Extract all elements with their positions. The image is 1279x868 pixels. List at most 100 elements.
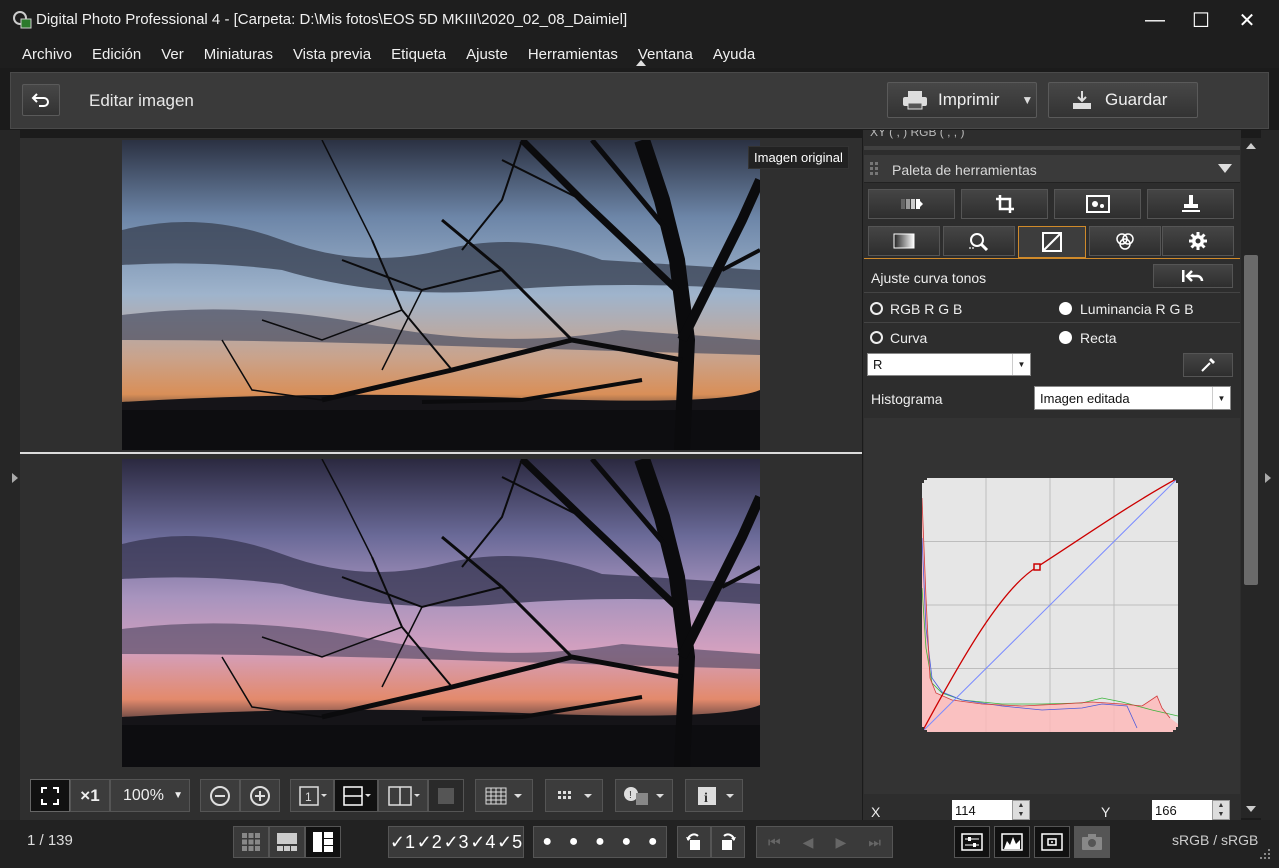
radio-luminance-label: Luminancia R G B (1080, 301, 1194, 317)
x-input[interactable]: 114 (952, 800, 1012, 820)
back-button[interactable] (22, 84, 60, 116)
tab-settings[interactable] (1162, 226, 1234, 256)
print-dropdown-icon[interactable]: ▼ (1021, 93, 1033, 107)
rating-dot-1[interactable]: ● (542, 833, 552, 851)
section-title: Ajuste curva tonos (871, 270, 987, 286)
histogram-icon (1001, 833, 1023, 851)
tone-curve-tab[interactable] (1018, 226, 1086, 258)
split-divider[interactable] (20, 452, 862, 454)
y-input[interactable]: 166 (1152, 800, 1212, 820)
zoom-x1-button[interactable]: ×1 (70, 779, 110, 812)
scroll-up-icon[interactable] (1246, 143, 1256, 149)
filmstrip-button[interactable] (269, 826, 305, 858)
camera-toggle[interactable] (1074, 826, 1110, 858)
edited-photo-render (122, 459, 760, 767)
menu-archivo[interactable]: Archivo (12, 46, 82, 63)
rotate-right-button[interactable] (711, 826, 745, 858)
histogram-select[interactable]: Imagen editada ▼ (1034, 386, 1231, 410)
menu-herramientas[interactable]: Herramientas (518, 46, 628, 63)
info-icon: i (698, 786, 734, 806)
first-image-icon[interactable]: ⏮ (768, 834, 781, 851)
zoom-in-button[interactable] (240, 779, 280, 812)
single-view-button[interactable]: 1 (290, 779, 334, 812)
next-image-icon[interactable]: ▶ (836, 834, 847, 851)
menu-miniaturas[interactable]: Miniaturas (194, 46, 283, 63)
check-mark-3[interactable]: ✓3 (443, 832, 468, 853)
check-mark-1[interactable]: ✓1 (390, 832, 415, 853)
window-title: Digital Photo Professional 4 - [Carpeta:… (36, 11, 628, 28)
menu-ver[interactable]: Ver (151, 46, 194, 63)
maximize-button[interactable]: ☐ (1178, 0, 1224, 40)
zoom-out-button[interactable] (200, 779, 240, 812)
left-collapse-strip[interactable] (0, 130, 20, 820)
navigator-toggle[interactable] (1034, 826, 1070, 858)
rating-dot-4[interactable]: ● (622, 833, 632, 851)
histogram-select-value: Imagen editada (1040, 390, 1130, 406)
tool-crop[interactable] (961, 189, 1048, 219)
fit-screen-button[interactable] (30, 779, 70, 812)
x-spinner[interactable]: ▲ ▼ (1012, 800, 1030, 820)
palette-dropdown-icon[interactable] (1218, 164, 1232, 173)
close-button[interactable]: ✕ (1224, 0, 1270, 40)
crop-icon (995, 195, 1014, 213)
tool-stamp[interactable] (1147, 189, 1234, 219)
page-count: 1 / 139 (27, 832, 73, 849)
sync-view-button[interactable] (428, 779, 464, 812)
svg-text:i: i (704, 791, 708, 806)
spin-up-icon: ▲ (1217, 802, 1225, 809)
page-title: Editar imagen (89, 91, 194, 110)
tone-curve-graph[interactable] (922, 478, 1178, 732)
radio-rgb[interactable] (870, 302, 883, 315)
channel-select-value: R (873, 357, 883, 372)
rating-dot-2[interactable]: ● (569, 833, 579, 851)
thumbnail-grid-button[interactable] (233, 826, 269, 858)
af-points-button[interactable] (545, 779, 603, 812)
compare-vertical-button[interactable] (378, 779, 428, 812)
menu-edicion[interactable]: Edición (82, 46, 151, 63)
save-button[interactable]: Guardar (1048, 82, 1198, 118)
right-collapse-strip[interactable] (1261, 130, 1279, 820)
eyedropper-button[interactable] (1183, 353, 1233, 377)
tab-detail[interactable] (943, 226, 1015, 256)
y-spinner[interactable]: ▲ ▼ (1212, 800, 1230, 820)
channel-select[interactable]: R ▼ (867, 353, 1031, 376)
histogram-toggle[interactable] (994, 826, 1030, 858)
rotate-left-button[interactable] (677, 826, 711, 858)
grid-button[interactable] (475, 779, 533, 812)
divider (864, 322, 1240, 323)
check-mark-4[interactable]: ✓4 (470, 832, 495, 853)
tool-basic-adjust[interactable] (868, 189, 955, 219)
edit-view-button[interactable] (305, 826, 341, 858)
scroll-down-icon[interactable] (1246, 806, 1256, 812)
check-mark-5[interactable]: ✓5 (497, 832, 522, 853)
highlight-warning-button[interactable]: ! (615, 779, 673, 812)
spin-down-icon: ▼ (1017, 811, 1025, 818)
previous-image-icon[interactable]: ◀ (803, 834, 814, 851)
last-image-icon[interactable]: ⏭ (868, 834, 881, 851)
radio-straight[interactable] (1059, 331, 1072, 344)
minimize-button[interactable]: — (1132, 0, 1178, 40)
zoom-select[interactable]: 100% ▼ (110, 779, 190, 812)
print-button[interactable]: Imprimir ▼ (887, 82, 1037, 118)
reset-curve-button[interactable] (1153, 264, 1233, 288)
scrollbar-thumb[interactable] (1244, 255, 1258, 585)
resize-grip-icon[interactable] (1258, 847, 1272, 861)
menu-vista-previa[interactable]: Vista previa (283, 46, 381, 63)
rating-dot-5[interactable]: ● (648, 833, 658, 851)
tab-color[interactable] (1089, 226, 1161, 256)
compare-horizontal-button[interactable] (334, 779, 378, 812)
radio-curve[interactable] (870, 331, 883, 344)
palette-splitter[interactable] (864, 146, 1240, 150)
filmstrip-icon (277, 833, 297, 851)
menu-ajuste[interactable]: Ajuste (456, 46, 518, 63)
menu-ayuda[interactable]: Ayuda (703, 46, 765, 63)
tab-basic[interactable] (868, 226, 940, 256)
highlight-warning-icon: ! (624, 786, 664, 805)
tool-dust-delete[interactable] (1054, 189, 1141, 219)
radio-luminance[interactable] (1059, 302, 1072, 315)
check-mark-2[interactable]: ✓2 (417, 832, 442, 853)
menu-etiqueta[interactable]: Etiqueta (381, 46, 456, 63)
rating-dot-3[interactable]: ● (595, 833, 605, 851)
tool-palette-toggle[interactable] (954, 826, 990, 858)
info-button[interactable]: i (685, 779, 743, 812)
